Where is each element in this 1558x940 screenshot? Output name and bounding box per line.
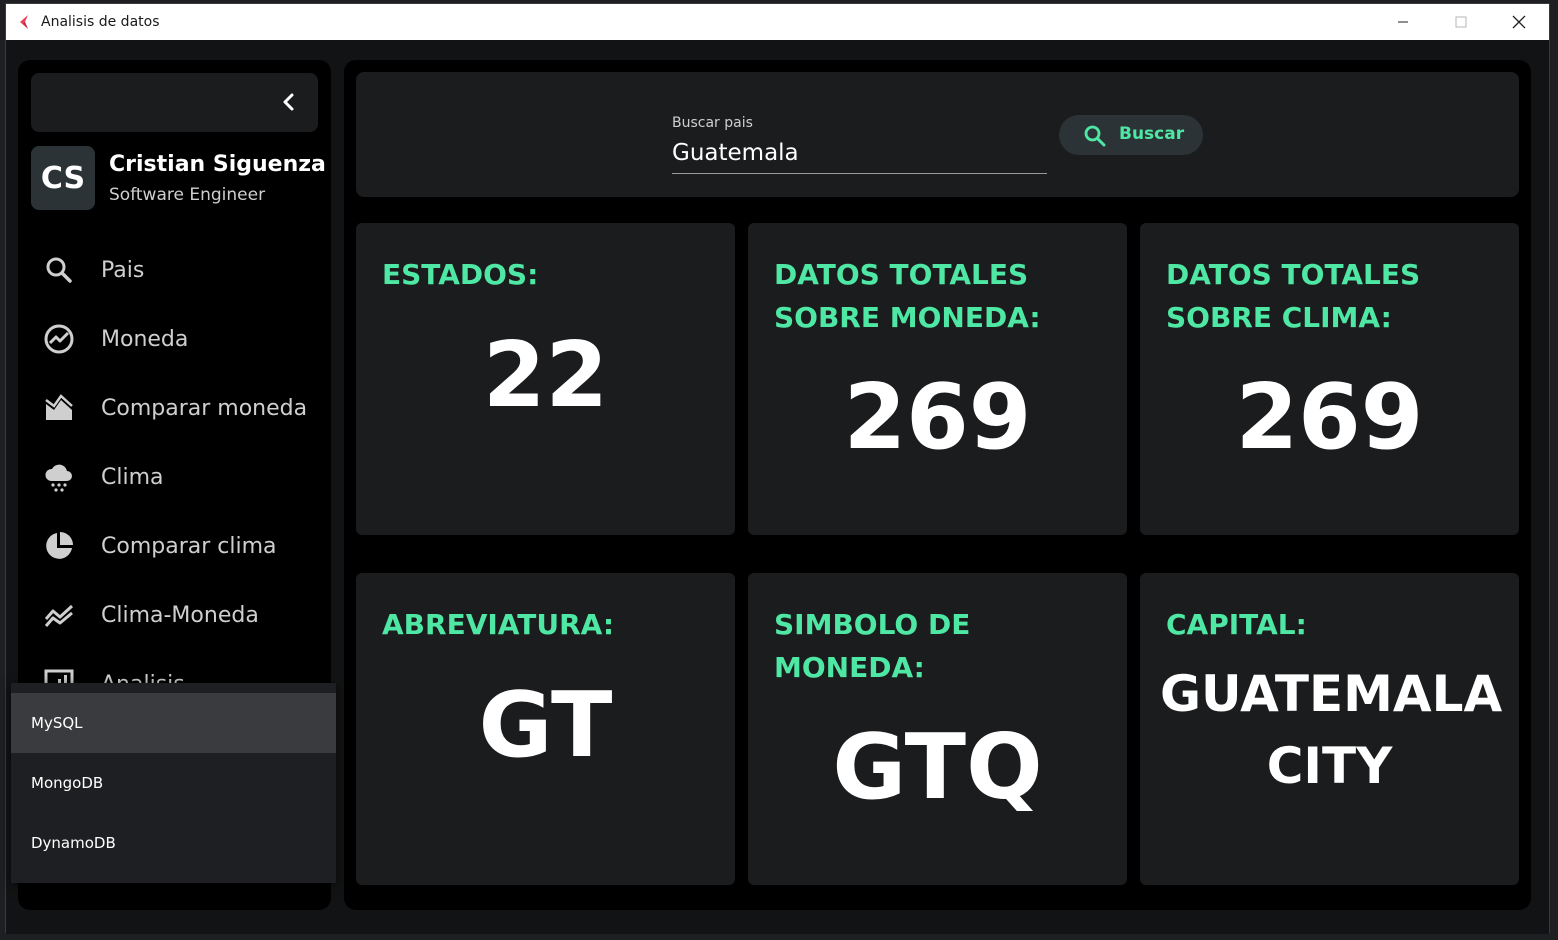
- card-abreviatura: ABREVIATURA: GT: [356, 573, 735, 885]
- minimize-icon: [1398, 21, 1408, 23]
- close-icon: [1512, 15, 1526, 29]
- search-label: Buscar pais: [672, 115, 753, 131]
- chart-line-icon: [44, 324, 74, 354]
- avatar: CS: [31, 146, 95, 210]
- card-capital: CAPITAL: GUATEMALA CITY: [1140, 573, 1519, 885]
- card-estados: ESTADOS: 22: [356, 223, 735, 535]
- card-value: 269: [843, 365, 1032, 470]
- card-value: GUATEMALA CITY: [1160, 665, 1503, 795]
- user-name: Cristian Siguenza: [109, 152, 326, 177]
- sidebar-item-pais[interactable]: Pais: [31, 245, 318, 295]
- sidebar-item-clima-moneda[interactable]: Clima-Moneda: [31, 590, 318, 640]
- sidebar-item-label: Clima-Moneda: [101, 602, 259, 628]
- search-button[interactable]: Buscar: [1059, 115, 1203, 155]
- pie-chart-icon: [46, 532, 73, 559]
- database-dropdown[interactable]: MySQL MongoDB DynamoDB: [11, 683, 336, 883]
- sidebar-item-label: Comparar moneda: [101, 395, 308, 421]
- card-title: ESTADOS:: [382, 258, 539, 291]
- dropdown-option-dynamodb[interactable]: DynamoDB: [11, 813, 336, 873]
- client-area: CS Cristian Siguenza Software Engineer P…: [6, 40, 1549, 934]
- maximize-icon: [1455, 16, 1467, 28]
- sidebar-collapse-bar[interactable]: [31, 73, 318, 132]
- main-content: Buscar pais Buscar ESTADOS: 22 DATOS TOT…: [344, 60, 1531, 910]
- card-value: GTQ: [832, 715, 1043, 820]
- card-title: CAPITAL:: [1166, 608, 1307, 641]
- maximize-button[interactable]: [1432, 4, 1490, 40]
- sidebar-item-moneda[interactable]: Moneda: [31, 314, 318, 364]
- card-title: DATOS TOTALES SOBRE MONEDA:: [774, 258, 1041, 334]
- search-icon: [46, 257, 72, 283]
- card-title: DATOS TOTALES SOBRE CLIMA:: [1166, 258, 1421, 334]
- window-title: Analisis de datos: [41, 14, 160, 30]
- search-input[interactable]: [672, 132, 1047, 174]
- sidebar-item-label: Pais: [101, 257, 145, 283]
- card-datos-clima: DATOS TOTALES SOBRE CLIMA: 269: [1140, 223, 1519, 535]
- card-value: GT: [478, 673, 613, 778]
- search-button-label: Buscar: [1119, 124, 1185, 144]
- card-value: 269: [1235, 365, 1424, 470]
- sidebar-item-comparar-moneda[interactable]: Comparar moneda: [31, 383, 318, 433]
- chevron-left-icon[interactable]: [278, 91, 300, 113]
- dropdown-option-mongodb[interactable]: MongoDB: [11, 753, 336, 813]
- sidebar-item-label: Moneda: [101, 326, 189, 352]
- title-bar[interactable]: Analisis de datos: [6, 4, 1549, 40]
- cloud-snow-icon: [45, 464, 72, 492]
- close-button[interactable]: [1490, 4, 1548, 40]
- sidebar-item-clima[interactable]: Clima: [31, 452, 318, 502]
- card-datos-moneda: DATOS TOTALES SOBRE MONEDA: 269: [748, 223, 1127, 535]
- sidebar-item-comparar-clima[interactable]: Comparar clima: [31, 521, 318, 571]
- card-title: ABREVIATURA:: [382, 608, 615, 641]
- area-chart-icon: [45, 394, 73, 420]
- card-value: 22: [482, 323, 609, 428]
- card-simbolo-moneda: SIMBOLO DE MONEDA: GTQ: [748, 573, 1127, 885]
- sidebar-item-label: Clima: [101, 464, 164, 490]
- search-icon: [1084, 125, 1106, 147]
- sidebar-item-label: Comparar clima: [101, 533, 277, 559]
- app-logo-icon: [20, 15, 28, 29]
- dropdown-option-mysql[interactable]: MySQL: [11, 693, 336, 753]
- trend-lines-icon: [44, 604, 74, 627]
- card-title: SIMBOLO DE MONEDA:: [774, 608, 971, 684]
- app-window: Analisis de datos CS Cristian Siguenza S…: [5, 3, 1550, 934]
- minimize-button[interactable]: [1374, 4, 1432, 40]
- search-panel: Buscar pais Buscar: [356, 72, 1519, 197]
- user-role: Software Engineer: [109, 185, 266, 205]
